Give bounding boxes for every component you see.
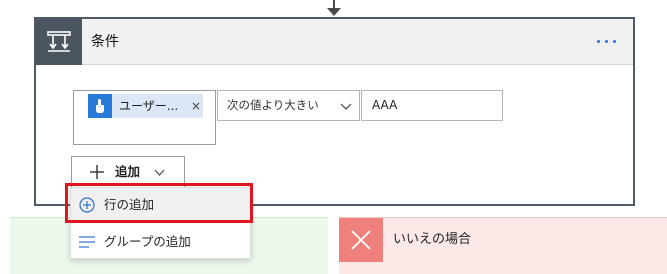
group-lines-icon [79, 236, 95, 248]
condition-operator-select[interactable]: 次の値より大きい [217, 90, 360, 121]
plus-icon [90, 165, 104, 179]
dynamic-content-token[interactable]: ユーザー... × [88, 94, 203, 118]
menu-item-label: グループの追加 [104, 234, 191, 249]
menu-item-add-group[interactable]: グループの追加 [71, 226, 250, 258]
condition-card: 条件 ユーザー... × 次の値より大きい AAA 追加 [34, 17, 635, 206]
no-branch[interactable]: いいえの場合 [339, 217, 667, 274]
right-operand-value: AAA [372, 98, 398, 112]
condition-icon [36, 19, 82, 65]
touch-trigger-icon [88, 94, 112, 118]
token-remove-icon[interactable]: × [191, 94, 201, 118]
close-icon [339, 218, 383, 262]
condition-right-operand[interactable]: AAA [361, 90, 503, 121]
condition-card-header[interactable]: 条件 [36, 19, 633, 65]
condition-card-title: 条件 [91, 34, 119, 50]
operator-label: 次の値より大きい [227, 98, 319, 112]
connector-arrow-icon [327, 8, 341, 16]
highlight-box [65, 183, 253, 223]
chevron-down-icon [154, 169, 165, 176]
token-label: ユーザー... [119, 99, 179, 113]
chevron-down-icon [340, 103, 352, 110]
condition-left-operand[interactable]: ユーザー... × [73, 90, 216, 145]
more-options-icon[interactable] [589, 29, 623, 53]
no-branch-label: いいえの場合 [393, 232, 472, 247]
